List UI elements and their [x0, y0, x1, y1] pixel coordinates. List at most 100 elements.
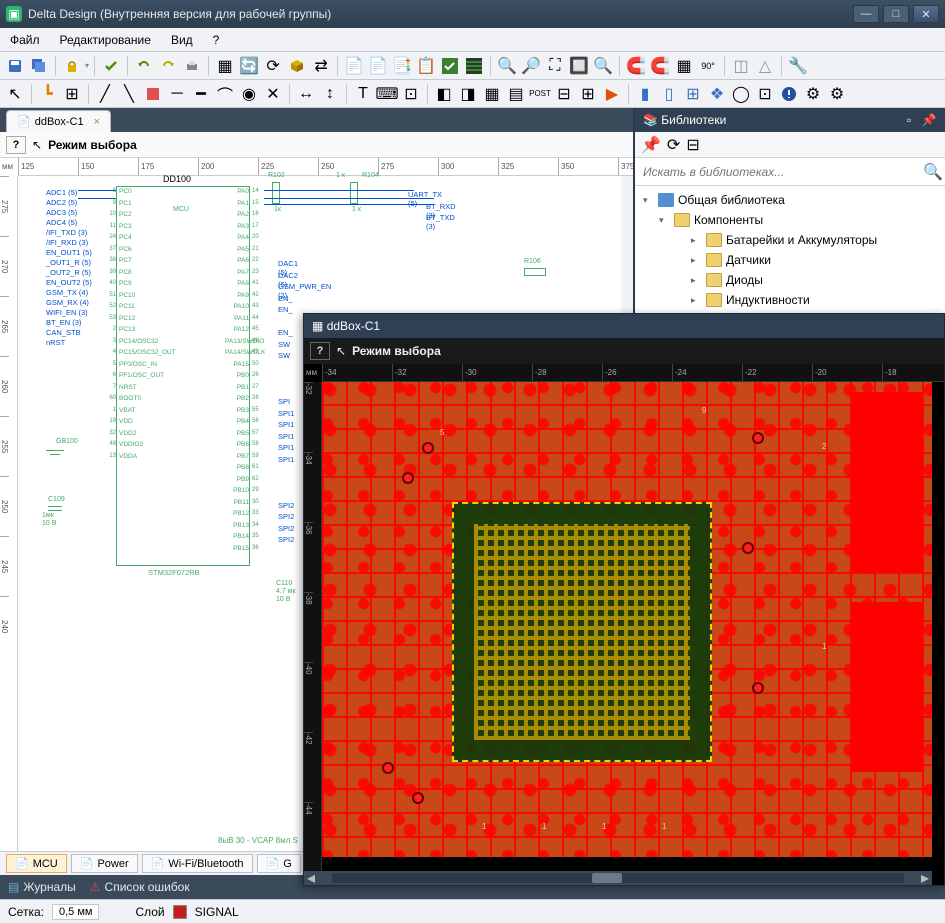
arc-icon[interactable]: ⌒ [214, 83, 236, 105]
net-label[interactable]: SPI1 [278, 432, 294, 441]
pcb-via[interactable] [752, 432, 764, 444]
c5-icon[interactable]: ◯ [730, 83, 752, 105]
net-label[interactable]: _OUT2_R (5) [46, 268, 92, 278]
select-icon[interactable]: ↖ [4, 83, 26, 105]
dim2-icon[interactable]: ↕ [319, 83, 341, 105]
net-label[interactable]: SW [278, 351, 290, 360]
doc3-icon[interactable]: 📑 [391, 55, 413, 77]
t6-icon[interactable]: ⊞ [577, 83, 599, 105]
doc-tab[interactable]: 📄 ddBox-C1 × [6, 110, 111, 132]
doc1-icon[interactable]: 📄 [343, 55, 365, 77]
zoomfit-icon[interactable]: ⛶ [544, 55, 566, 77]
collapse-icon[interactable]: ⊟ [686, 135, 699, 155]
c6-icon[interactable]: ⊡ [754, 83, 776, 105]
t2-icon[interactable]: ◨ [457, 83, 479, 105]
tree-item[interactable]: ▸Батарейки и Аккумуляторы [635, 230, 945, 250]
delete-icon[interactable]: ✕ [262, 83, 284, 105]
sheet-tab[interactable]: 📄Power [71, 854, 138, 873]
check2-icon[interactable] [439, 55, 461, 77]
grid-value[interactable]: 0,5 мм [52, 904, 99, 920]
sync-icon[interactable]: ⟳ [262, 55, 284, 77]
component-c109[interactable] [48, 506, 62, 511]
dim1-icon[interactable]: ↔ [295, 83, 317, 105]
net-label[interactable]: ADC4 (5) [46, 218, 92, 228]
component-r104[interactable] [350, 182, 358, 204]
pcb-via[interactable] [742, 542, 754, 554]
pcb-pad-big1[interactable] [852, 392, 922, 572]
net-label[interactable]: SPI1 [278, 420, 294, 429]
net-label[interactable]: SPI1 [278, 455, 294, 464]
pcb-via[interactable] [422, 442, 434, 454]
net-label[interactable]: EN_OUT2 (5) [46, 278, 92, 288]
net-label[interactable]: ADC2 (5) [46, 198, 92, 208]
net-label[interactable]: CAN_STB [46, 328, 92, 338]
search-icon[interactable]: 🔍 [921, 162, 945, 182]
refresh-icon[interactable]: ⟳ [667, 135, 680, 155]
pcb-hscroll[interactable]: ◂ ▸ [304, 871, 932, 885]
net-label[interactable]: EN_ [278, 294, 293, 303]
pcb-titlebar[interactable]: ▦ ddBox-C1 [304, 314, 944, 338]
place-icon[interactable]: ┗ [37, 83, 59, 105]
post-icon[interactable]: POST [529, 83, 551, 105]
t1-icon[interactable]: ◧ [433, 83, 455, 105]
rot90-icon[interactable]: 90° [697, 55, 719, 77]
zoomwin-icon[interactable]: 🔲 [568, 55, 590, 77]
pcb-via[interactable] [412, 792, 424, 804]
net-label[interactable]: EN_ [278, 305, 293, 314]
hatch-icon[interactable] [463, 55, 485, 77]
pcb-via[interactable] [382, 762, 394, 774]
net-label[interactable]: SPI [278, 397, 290, 406]
update-icon[interactable]: 🔄 [238, 55, 260, 77]
grid-icon[interactable]: ▦ [673, 55, 695, 77]
pcb-via[interactable] [752, 682, 764, 694]
c3-icon[interactable]: ⊞ [682, 83, 704, 105]
pcb-canvas[interactable]: -34-32-30-28-26-24-22-20-18-16-14-12-10 … [304, 364, 944, 885]
via-icon[interactable]: ◉ [238, 83, 260, 105]
component-r102[interactable] [272, 182, 280, 204]
library-search-input[interactable] [635, 161, 921, 183]
component-r106[interactable] [524, 268, 546, 276]
panel-float-icon[interactable]: ▫ [901, 112, 917, 128]
net-label[interactable]: BT_TXD (3) [426, 213, 455, 231]
pcb-hscroll-thumb[interactable] [592, 873, 622, 883]
net-label[interactable]: GSM_TX (4) [46, 288, 92, 298]
net-label[interactable]: nRST [46, 338, 92, 348]
doc2-icon[interactable]: 📄 [367, 55, 389, 77]
t4-icon[interactable]: ▤ [505, 83, 527, 105]
tree-item[interactable]: ▸Индуктивности [635, 290, 945, 310]
net-label[interactable]: /IFI_TXD (3) [46, 228, 92, 238]
c2-icon[interactable]: ▯ [658, 83, 680, 105]
route2-icon[interactable]: ╲ [118, 83, 140, 105]
gear1-icon[interactable]: ⚙ [802, 83, 824, 105]
t3-icon[interactable]: ▦ [481, 83, 503, 105]
tools-icon[interactable]: 🔧 [787, 55, 809, 77]
key-icon[interactable]: ⌨ [376, 83, 398, 105]
net-label[interactable]: ADC3 (5) [46, 208, 92, 218]
drc-icon[interactable] [778, 83, 800, 105]
net-label[interactable]: WIFI_EN (3) [46, 308, 92, 318]
net-label[interactable]: SPI2 [278, 501, 294, 510]
c4-icon[interactable]: ❖ [706, 83, 728, 105]
place2-icon[interactable]: ⊞ [61, 83, 83, 105]
report-icon[interactable]: 📋 [415, 55, 437, 77]
print-icon[interactable] [181, 55, 203, 77]
saveall-icon[interactable] [28, 55, 50, 77]
net-label[interactable]: SPI1 [278, 443, 294, 452]
net-label[interactable]: _OUT1_R (5) [46, 258, 92, 268]
net-label[interactable]: SPI2 [278, 512, 294, 521]
pcb-window[interactable]: ▦ ddBox-C1 ? ↖ Режим выбора -34-32-30-28… [303, 313, 945, 886]
route1-icon[interactable]: ╱ [94, 83, 116, 105]
close-button[interactable]: ✕ [913, 5, 939, 23]
component-icon[interactable]: ▦ [214, 55, 236, 77]
text-icon[interactable]: T [352, 83, 374, 105]
panel-pin-icon[interactable]: 📌 [921, 112, 937, 128]
help-icon[interactable]: ? [6, 136, 26, 154]
gear2-icon[interactable]: ⚙ [826, 83, 848, 105]
pcb-chip-outline[interactable] [452, 502, 712, 762]
pcb-artwork[interactable]: 9 2 1 1 1 1 1 5 [322, 382, 932, 857]
lock-icon[interactable] [61, 55, 83, 77]
sheet-tab[interactable]: 📄G [257, 854, 301, 873]
pin2-icon[interactable]: 📌 [641, 135, 661, 155]
zoomin-icon[interactable]: 🔍 [496, 55, 518, 77]
layer-color-swatch[interactable] [173, 905, 187, 919]
